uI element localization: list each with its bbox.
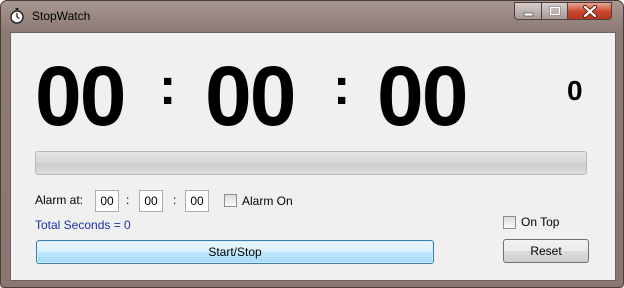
title-bar[interactable]: StopWatch (1, 1, 623, 31)
total-seconds-label: Total Seconds = 0 (35, 218, 131, 232)
minutes-seconds-separator: : (333, 58, 351, 116)
close-icon (583, 5, 597, 18)
on-top-checkbox[interactable] (503, 216, 516, 229)
alarm-minutes-input[interactable]: 00 (139, 190, 163, 212)
hours-display: 00 (35, 49, 126, 143)
reset-button[interactable]: Reset (503, 239, 589, 263)
progress-bar (35, 151, 587, 175)
start-stop-button[interactable]: Start/Stop (36, 240, 434, 264)
alarm-at-label: Alarm at: (35, 193, 84, 207)
alarm-on-label[interactable]: Alarm On (242, 194, 293, 208)
minimize-button[interactable] (514, 2, 541, 20)
on-top-label[interactable]: On Top (521, 215, 559, 229)
alarm-separator-2: : (173, 193, 177, 207)
milliseconds-display: 0 (567, 75, 583, 106)
maximize-icon (549, 6, 561, 16)
maximize-button[interactable] (541, 2, 567, 20)
stopwatch-icon (9, 8, 25, 24)
minutes-display: 00 (205, 49, 296, 143)
seconds-display: 00 (377, 49, 468, 143)
alarm-hours-input[interactable]: 00 (95, 190, 119, 212)
client-area: 00 : 00 : 00 0 Alarm at: 00 : 00 : 00 Al… (10, 32, 616, 281)
stopwatch-window: StopWatch 00 : 00 : 00 0 Alarm at: 00: … (0, 0, 624, 288)
hours-minutes-separator: : (159, 58, 177, 116)
alarm-on-checkbox[interactable] (224, 194, 237, 207)
close-button[interactable] (567, 2, 612, 20)
minimize-icon (523, 12, 534, 17)
window-title: StopWatch (32, 9, 91, 23)
alarm-separator-1: : (126, 193, 130, 207)
alarm-seconds-input[interactable]: 00 (185, 190, 209, 212)
